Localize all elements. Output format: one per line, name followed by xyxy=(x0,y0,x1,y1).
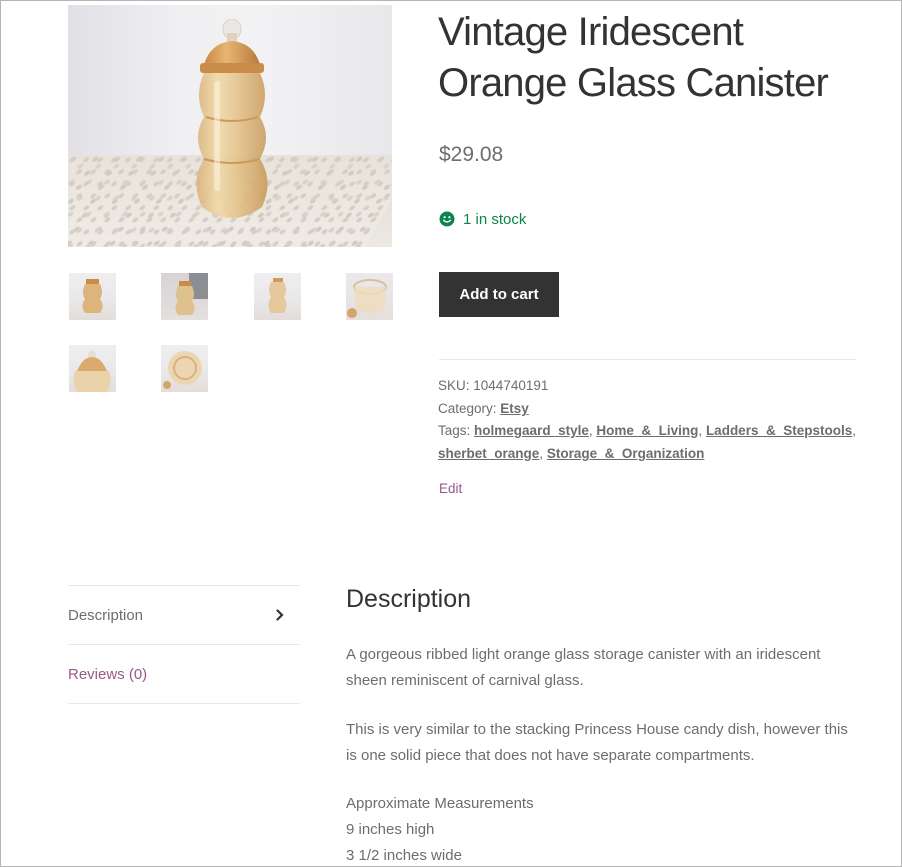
smiley-icon xyxy=(439,211,455,227)
gallery-thumbnail-3[interactable] xyxy=(254,273,301,320)
sku-label: SKU: xyxy=(438,378,470,393)
tag-link[interactable]: Home_&_Living xyxy=(596,423,698,438)
tag-separator: , xyxy=(539,446,544,461)
tab-reviews-label: Reviews (0) xyxy=(68,665,148,683)
sku-value: 1044740191 xyxy=(473,378,549,393)
tag-separator: , xyxy=(588,423,593,438)
stock-status: 1 in stock xyxy=(439,209,526,229)
product-title: Vintage Iridescent Orange Glass Canister xyxy=(438,10,829,105)
measurement-width: 3 1/2 inches wide xyxy=(346,847,462,864)
tags-label: Tags: xyxy=(438,423,471,438)
gallery-thumbnail-2[interactable] xyxy=(161,273,208,320)
meta-divider xyxy=(439,359,856,360)
tab-description[interactable]: Description xyxy=(68,586,300,644)
tab-description-label: Description xyxy=(68,606,144,624)
description-heading: Description xyxy=(346,585,472,613)
tag-separator: , xyxy=(852,423,856,438)
measurement-height: 9 inches high xyxy=(346,821,435,838)
description-paragraph: A gorgeous ribbed light orange glass sto… xyxy=(346,646,821,689)
tag-link[interactable]: Storage_&_Organization xyxy=(547,446,705,461)
tags-line: Tags: holmegaard_style, Home_&_Living, L… xyxy=(438,419,868,465)
gallery-thumbnail-5[interactable] xyxy=(69,345,116,392)
measurements-heading: Approximate Measurements xyxy=(346,795,534,812)
gallery-thumbnail-6[interactable] xyxy=(161,345,208,392)
chevron-right-icon xyxy=(276,609,284,621)
tab-reviews[interactable]: Reviews (0) xyxy=(68,645,300,703)
gallery-thumbnail-1[interactable] xyxy=(69,273,116,320)
tag-link[interactable]: sherbet_orange xyxy=(438,446,539,461)
sku-line: SKU: 1044740191 xyxy=(438,374,868,397)
glass-canister-illustration xyxy=(196,19,268,218)
measurements-block: Approximate Measurements 9 inches high 3… xyxy=(346,791,856,867)
category-label: Category: xyxy=(438,401,497,416)
tag-link[interactable]: Ladders_&_Stepstools xyxy=(706,423,852,438)
category-line: Category: Etsy xyxy=(438,397,868,420)
description-paragraph: This is very similar to the stacking Pri… xyxy=(346,721,848,764)
gallery-thumbnail-4[interactable] xyxy=(346,273,393,320)
stock-text: 1 in stock xyxy=(463,210,527,228)
tag-separator: , xyxy=(698,423,703,438)
category-link[interactable]: Etsy xyxy=(500,401,529,416)
product-main-image[interactable] xyxy=(68,5,392,247)
tag-link[interactable]: holmegaard_style xyxy=(474,423,589,438)
add-to-cart-button[interactable]: Add to cart xyxy=(439,272,559,317)
edit-link[interactable]: Edit xyxy=(439,481,462,496)
tab-divider xyxy=(68,703,300,704)
product-price: $29.08 xyxy=(439,143,504,166)
